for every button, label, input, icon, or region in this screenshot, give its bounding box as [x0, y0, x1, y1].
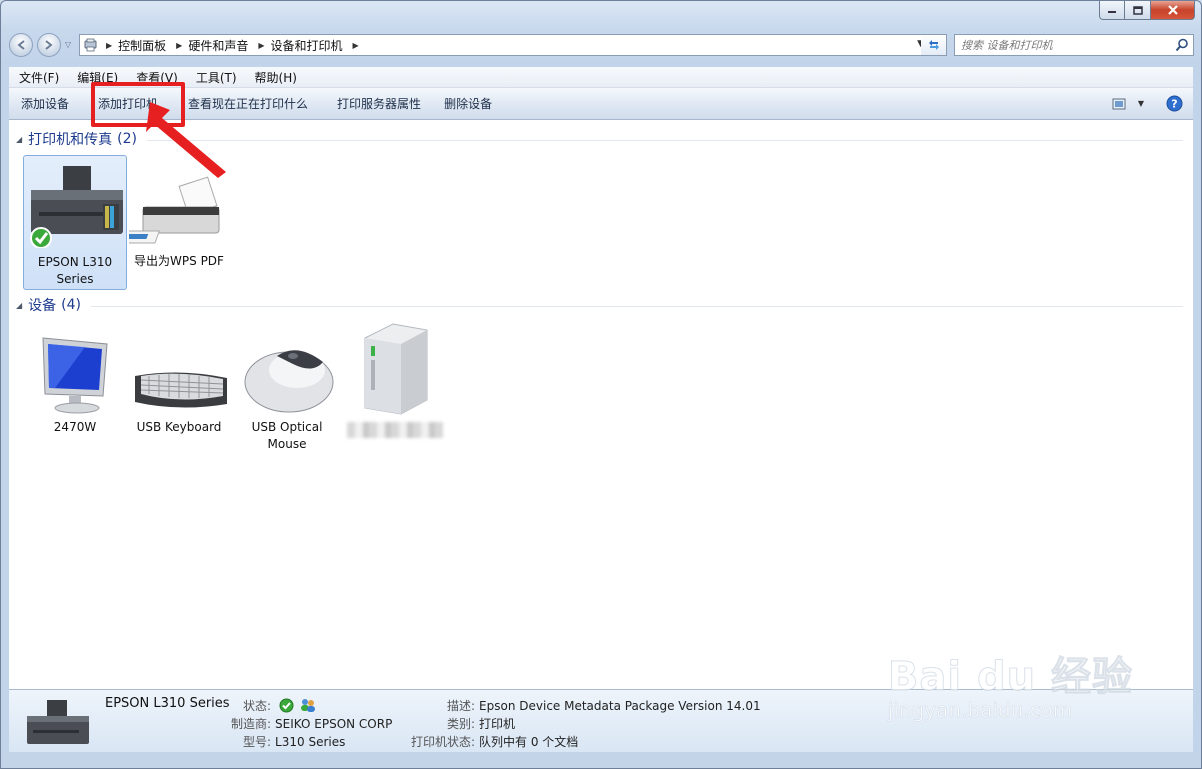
- details-status: 状态:: [243, 697, 316, 714]
- device-label: 导出为WPS PDF: [134, 254, 224, 268]
- users-icon: [300, 699, 315, 712]
- watermark-main: Bai du 经验: [887, 654, 1133, 701]
- chevron-right-icon[interactable]: ▶: [176, 41, 182, 50]
- history-dropdown-button[interactable]: ▽: [65, 40, 71, 49]
- minimize-button[interactable]: [1099, 1, 1125, 20]
- address-bar[interactable]: ▶ 控制面板 ▶ 硬件和声音 ▶ 设备和打印机 ▶ ▼: [79, 34, 927, 56]
- menu-help[interactable]: 帮助(H): [245, 69, 305, 86]
- blurred-device-label: [347, 422, 443, 438]
- details-value: 队列中有 0 个文档: [479, 735, 579, 749]
- see-whats-printing-button[interactable]: 查看现在正在打印什么: [176, 89, 319, 118]
- content-pane: ◢ 打印机和传真 (2) EPSON L310 Series 导出为WPS PD…: [9, 120, 1193, 691]
- chevron-down-icon: ▼: [1137, 99, 1144, 108]
- baidu-watermark: Bai du 经验 jingyan.baidu.com: [887, 644, 1133, 723]
- device-label: USB Optical Mouse: [251, 420, 323, 451]
- command-bar: 添加设备 添加打印机 查看现在正在打印什么 打印服务器属性 删除设备 ▼ ?: [9, 88, 1193, 120]
- search-input[interactable]: [955, 35, 1171, 55]
- chevron-right-icon[interactable]: ▶: [106, 41, 112, 50]
- search-icon[interactable]: [1171, 38, 1193, 52]
- back-button[interactable]: [9, 33, 33, 57]
- device-label: EPSON L310 Series: [37, 255, 113, 286]
- details-value: SEIKO EPSON CORP: [275, 717, 393, 731]
- help-button[interactable]: ?: [1166, 95, 1183, 112]
- details-device-name: EPSON L310 Series: [105, 696, 230, 711]
- annotation-highlight-box: [91, 82, 185, 127]
- details-value: Epson Device Metadata Package Version 14…: [479, 699, 761, 713]
- group-title-printers: 打印机和传真: [28, 132, 113, 148]
- details-manufacturer: 制造商: SEIKO EPSON CORP: [231, 715, 392, 732]
- arrow-left-icon: [17, 40, 25, 50]
- menu-tools[interactable]: 工具(T): [186, 69, 245, 86]
- window-bottom-frame: [1, 752, 1201, 768]
- group-header-devices[interactable]: ◢ 设备 (4): [9, 294, 1183, 316]
- arrow-right-icon: [45, 40, 53, 50]
- details-key: 类别:: [447, 717, 476, 731]
- group-title-devices: 设备: [28, 298, 57, 314]
- details-description: 描述: Epson Device Metadata Package Version…: [447, 697, 761, 714]
- details-category: 类别: 打印机: [447, 715, 515, 732]
- view-controls: ▼ ?: [1112, 88, 1193, 119]
- device-epson-l310[interactable]: EPSON L310 Series: [23, 155, 127, 290]
- device-label: 2470W: [53, 420, 97, 434]
- printer-icon: [129, 176, 220, 244]
- breadcrumb-devices-printers[interactable]: 设备和打印机: [271, 37, 343, 54]
- menu-bar: 文件(F) 编辑(E) 查看(V) 工具(T) 帮助(H): [9, 67, 1193, 88]
- forward-button[interactable]: [37, 33, 61, 57]
- svg-text:?: ?: [1171, 98, 1177, 111]
- group-header-printers[interactable]: ◢ 打印机和传真 (2): [9, 128, 1183, 150]
- device-usb-mouse[interactable]: USB Optical Mouse: [235, 334, 339, 453]
- details-key: 制造商:: [231, 717, 272, 731]
- details-model: 型号: L310 Series: [243, 733, 345, 750]
- collapse-triangle-icon[interactable]: ◢: [16, 135, 22, 144]
- breadcrumb: ▶ 控制面板 ▶ 硬件和声音 ▶ 设备和打印机 ▶: [102, 37, 365, 54]
- maximize-button[interactable]: [1125, 1, 1151, 20]
- group-count-devices: (4): [61, 297, 81, 313]
- checkmark-icon: [279, 698, 294, 713]
- control-panel-icon: [80, 38, 102, 52]
- printer-inkjet-icon: [30, 166, 123, 248]
- maximize-icon: [1132, 5, 1143, 15]
- view-icon: [1112, 98, 1126, 109]
- chevron-right-icon[interactable]: ▶: [353, 41, 359, 50]
- refresh-icon: [928, 40, 939, 50]
- details-key: 描述:: [447, 699, 476, 713]
- printer-inkjet-icon: [27, 700, 89, 744]
- keyboard-icon: [135, 372, 227, 408]
- chevron-right-icon[interactable]: ▶: [258, 41, 264, 50]
- breadcrumb-control-panel[interactable]: 控制面板: [118, 37, 166, 54]
- details-key: 状态:: [243, 699, 272, 713]
- minimize-icon: [1108, 11, 1116, 13]
- monitor-icon: [42, 337, 108, 414]
- caption-buttons: [1099, 1, 1195, 20]
- print-server-properties-button[interactable]: 打印服务器属性: [319, 89, 432, 118]
- device-usb-keyboard[interactable]: USB Keyboard: [127, 334, 231, 436]
- add-device-button[interactable]: 添加设备: [9, 89, 80, 118]
- collapse-triangle-icon[interactable]: ◢: [16, 301, 22, 310]
- close-icon: [1167, 5, 1178, 15]
- menu-file[interactable]: 文件(F): [9, 69, 67, 86]
- group-divider: [91, 305, 1183, 307]
- details-value: L310 Series: [275, 735, 346, 749]
- details-key: 打印机状态:: [411, 735, 476, 749]
- details-key: 型号:: [243, 735, 272, 749]
- details-pane: EPSON L310 Series 状态: 制造商: SEIKO EPSON CO…: [9, 654, 1193, 752]
- mouse-icon: [244, 350, 334, 413]
- refresh-button[interactable]: [921, 34, 947, 56]
- change-view-button[interactable]: ▼: [1112, 98, 1144, 110]
- details-printer-status: 打印机状态: 队列中有 0 个文档: [411, 733, 578, 750]
- group-divider: [147, 139, 1183, 141]
- device-computer[interactable]: [343, 320, 447, 438]
- navigation-bar: ▽ ▶ 控制面板 ▶ 硬件和声音 ▶ 设备和打印机 ▶ ▼: [9, 33, 1194, 59]
- computer-tower-icon: [364, 323, 428, 415]
- group-count-printers: (2): [117, 131, 137, 147]
- close-button[interactable]: [1151, 1, 1195, 20]
- device-label: USB Keyboard: [136, 420, 222, 434]
- search-box[interactable]: [954, 34, 1194, 56]
- details-value: 打印机: [479, 717, 516, 731]
- breadcrumb-hardware-sound[interactable]: 硬件和声音: [188, 37, 248, 54]
- device-monitor-2470w[interactable]: 2470W: [23, 334, 127, 436]
- device-wps-pdf[interactable]: 导出为WPS PDF: [127, 155, 231, 290]
- remove-device-button[interactable]: 删除设备: [432, 89, 503, 118]
- help-icon: ?: [1166, 95, 1183, 112]
